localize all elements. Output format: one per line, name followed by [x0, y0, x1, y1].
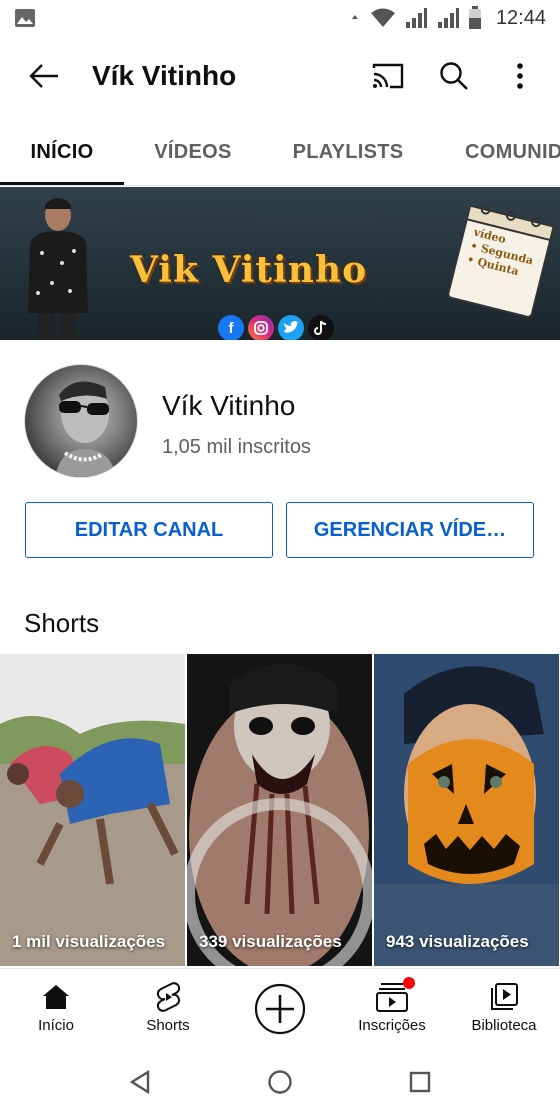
manage-videos-button[interactable]: GERENCIAR VÍDE…: [286, 502, 534, 558]
channel-tabs: INÍCIO VÍDEOS PLAYLISTS COMUNID: [0, 118, 560, 186]
cast-icon: [372, 63, 404, 89]
shorts-section-title: Shorts: [24, 608, 100, 638]
tab-comunidade[interactable]: COMUNID: [444, 118, 560, 185]
channel-name: Vík Vitinho: [162, 390, 296, 421]
short-views: 339 visualizações: [199, 932, 342, 951]
more-options-button[interactable]: [492, 48, 548, 104]
short-views: 943 visualizações: [386, 932, 529, 951]
subscriber-count: 1,05 mil inscritos: [162, 436, 311, 458]
gallery-icon: [15, 9, 35, 27]
battery-icon: [468, 6, 481, 29]
short-views: 1 mil visualizações: [12, 932, 166, 951]
signal-icon: [437, 8, 459, 28]
nav-label: Shorts: [146, 1017, 190, 1034]
edit-channel-button[interactable]: EDITAR CANAL: [25, 502, 273, 558]
page-title: Vík Vitinho: [92, 60, 237, 91]
back-arrow-icon: [29, 64, 58, 88]
search-button[interactable]: [426, 48, 482, 104]
short-item[interactable]: 339 visualizações: [187, 654, 372, 966]
facebook-icon: f: [218, 315, 244, 340]
short-thumbnail: [0, 654, 185, 966]
signal-icon: [405, 8, 427, 28]
back-button[interactable]: [14, 46, 74, 106]
more-vert-icon: [517, 63, 523, 89]
nav-library[interactable]: Biblioteca: [448, 969, 560, 1045]
system-recents-button[interactable]: [402, 1064, 438, 1100]
short-item[interactable]: 943 visualizações: [374, 654, 559, 966]
channel-avatar[interactable]: [24, 364, 138, 478]
banner-title: Vik Vitinho: [130, 249, 368, 291]
bottom-navigation: Início Shorts Inscrições Biblioteca: [0, 968, 560, 1044]
triangle-back-icon: [129, 1070, 150, 1094]
shorts-icon: [156, 982, 181, 1012]
twitter-icon: [278, 315, 304, 340]
channel-banner: Vik Vitinho vídeo • Segunda • Quinta f: [0, 187, 560, 340]
tab-playlists[interactable]: PLAYLISTS: [268, 118, 428, 185]
notification-dot: [403, 977, 415, 989]
nav-label: Inscrições: [358, 1017, 426, 1034]
short-thumbnail: [374, 654, 559, 966]
status-time: 12:44: [495, 6, 546, 29]
tab-inicio[interactable]: INÍCIO: [0, 118, 124, 185]
home-icon: [43, 985, 69, 1009]
system-navigation-bar: [0, 1044, 560, 1120]
banner-person-image: [28, 198, 88, 340]
system-back-button[interactable]: [122, 1064, 158, 1100]
nav-label: Início: [38, 1017, 74, 1034]
calendar-graphic: vídeo • Segunda • Quinta: [440, 195, 560, 326]
wifi-icon: [370, 8, 395, 27]
circle-home-icon: [268, 1070, 292, 1094]
status-bar: 12:44: [0, 0, 560, 36]
tab-videos[interactable]: VÍDEOS: [130, 118, 256, 185]
library-icon: [491, 983, 518, 1010]
tiktok-icon: [308, 315, 334, 340]
social-icons: f: [218, 315, 334, 340]
avatar-image: [55, 381, 117, 477]
search-icon: [440, 62, 468, 90]
nav-shorts[interactable]: Shorts: [112, 969, 224, 1045]
tab-indicator: [0, 182, 124, 185]
nav-home[interactable]: Início: [0, 969, 112, 1045]
square-recents-icon: [409, 1071, 431, 1093]
short-thumbnail: [187, 654, 372, 966]
shorts-shelf: 1 mil visualizações 339 visualizações 94…: [0, 654, 560, 966]
short-item[interactable]: 1 mil visualizações: [0, 654, 185, 966]
instagram-icon: [248, 315, 274, 340]
nav-label: Biblioteca: [471, 1017, 537, 1034]
cast-button[interactable]: [360, 48, 416, 104]
data-arrows-icon: [351, 15, 358, 19]
nav-subscriptions[interactable]: Inscrições: [336, 969, 448, 1045]
nav-create[interactable]: [224, 969, 336, 1045]
create-icon: [254, 983, 306, 1035]
app-bar: Vík Vitinho: [0, 40, 560, 112]
system-home-button[interactable]: [262, 1064, 298, 1100]
